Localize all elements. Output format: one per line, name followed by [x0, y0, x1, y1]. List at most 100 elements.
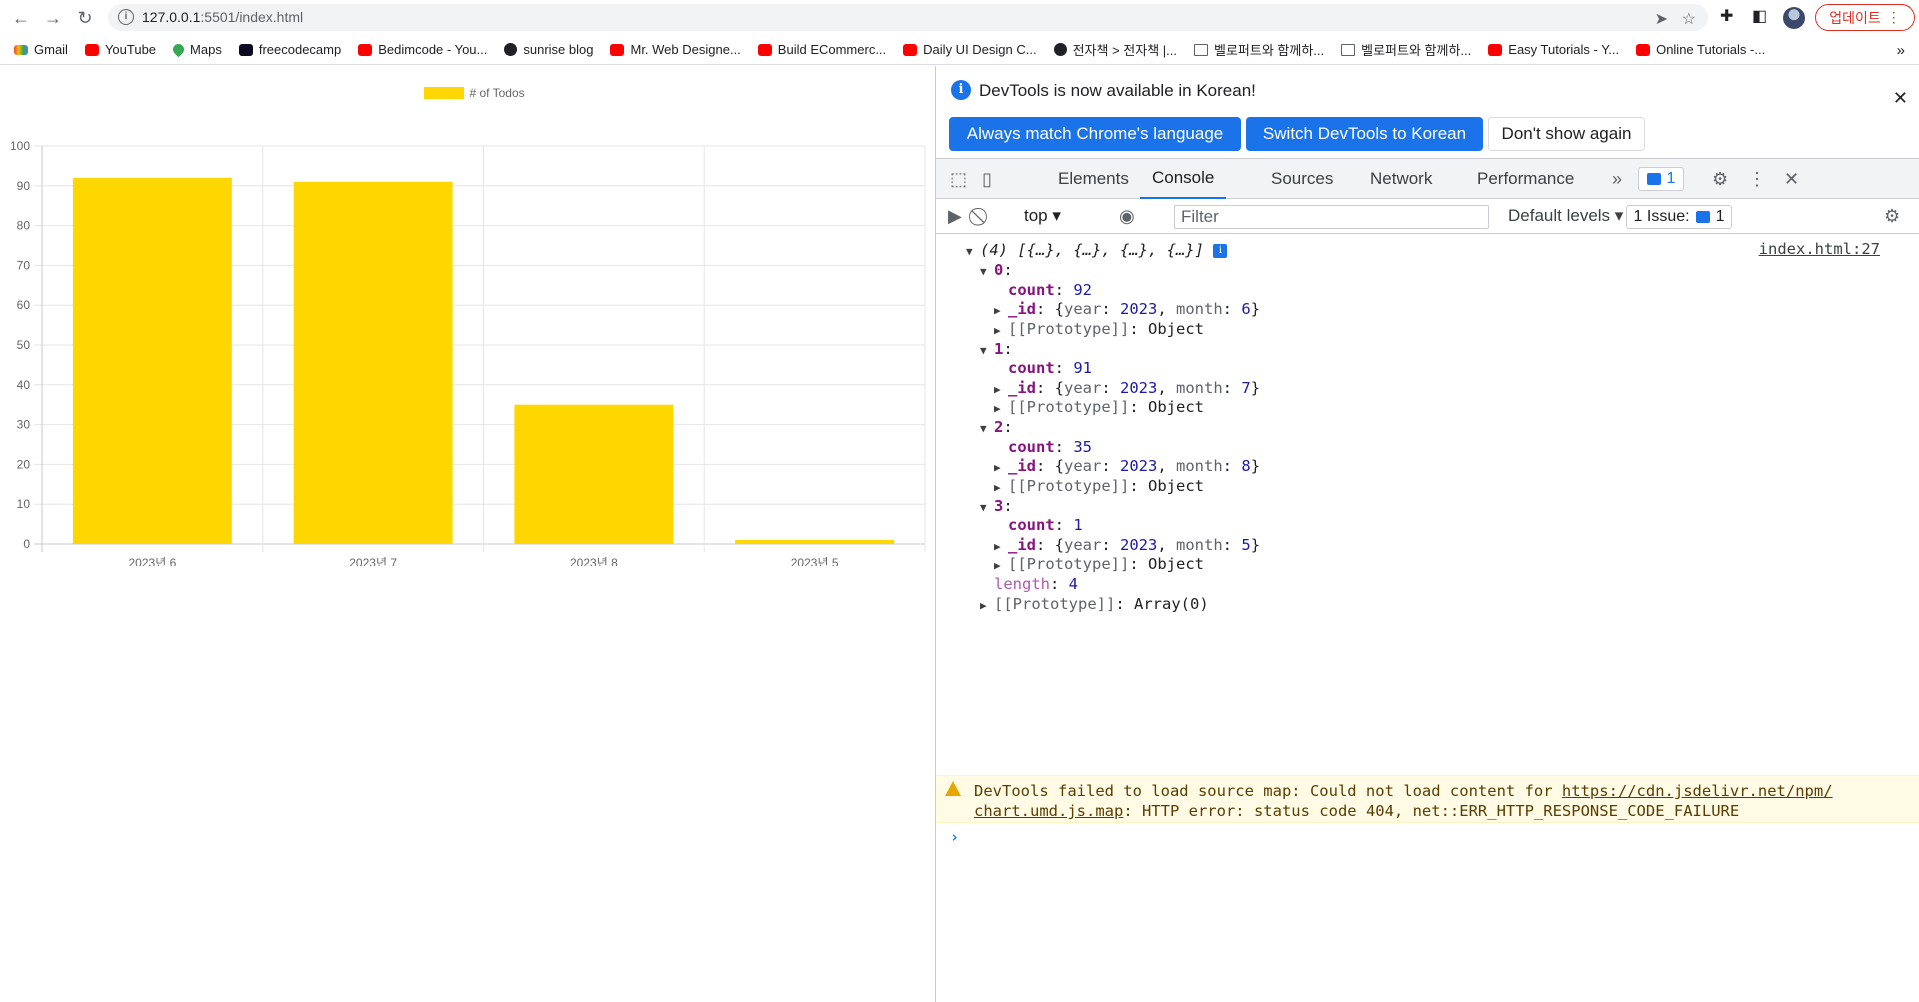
prototype-value: Object [1148, 555, 1204, 573]
settings-gear-icon[interactable]: ⚙ [1712, 169, 1728, 190]
y-tick-label: 70 [17, 258, 31, 272]
console-settings-gear-icon[interactable]: ⚙ [1884, 206, 1900, 227]
send-icon[interactable]: ➤ [1655, 9, 1668, 29]
bar[interactable] [735, 540, 895, 544]
expand-arrow-icon[interactable]: ▶ [980, 596, 994, 616]
prototype-row[interactable]: ▶ [[Prototype]]: Object [994, 397, 1204, 417]
log-item-header[interactable]: ▼ 2: [980, 417, 1013, 437]
sidebar-toggle-icon[interactable]: ▶ [948, 206, 962, 227]
tab-performance[interactable]: Performance [1477, 159, 1574, 199]
expand-arrow-icon[interactable]: ▶ [994, 321, 1008, 341]
profile-avatar[interactable] [1783, 7, 1805, 29]
close-notice-icon[interactable]: ✕ [1893, 88, 1908, 109]
log-item-header[interactable]: ▼ 3: [980, 496, 1013, 516]
side-panel-icon[interactable]: ◧ [1752, 6, 1767, 26]
array-prototype-row[interactable]: ▶ [[Prototype]]: Array(0) [980, 594, 1209, 614]
bookmark-label: 벨로퍼트와 함께하... [1361, 43, 1472, 58]
year-value: 2023 [1120, 378, 1158, 397]
bookmark-item[interactable]: 벨로퍼트와 함께하... [1341, 40, 1471, 59]
bookmark-item[interactable]: Build ECommerc... [757, 42, 886, 57]
id-row[interactable]: ▶ _id: {year: 2023, month: 6} [994, 299, 1260, 319]
id-row[interactable]: ▶ _id: {year: 2023, month: 7} [994, 378, 1260, 398]
expand-arrow-icon[interactable]: ▶ [994, 556, 1008, 576]
update-button[interactable]: 업데이트 ⋮ [1815, 4, 1915, 31]
bookmark-item[interactable]: 전자책 > 전자책 |... [1053, 40, 1177, 59]
extensions-icon[interactable]: ✚ [1720, 6, 1733, 26]
prototype-row[interactable]: ▶ [[Prototype]]: Object [994, 319, 1204, 339]
dont-show-again-button[interactable]: Don't show again [1488, 117, 1645, 151]
bookmark-item[interactable]: freecodecamp [238, 42, 341, 57]
month-value: 7 [1241, 378, 1251, 397]
month-value: 8 [1241, 457, 1251, 475]
inspect-element-icon[interactable]: ⬚ [950, 169, 967, 190]
reload-icon[interactable]: ↻ [73, 6, 97, 30]
filter-input[interactable]: Filter [1174, 205, 1489, 229]
issues-button[interactable]: 1 Issue: 1 [1626, 205, 1732, 229]
tab-elements[interactable]: Elements [1058, 159, 1129, 199]
bookmark-item[interactable]: Bedimcode - You... [358, 42, 487, 57]
globe-icon [1053, 43, 1067, 56]
close-devtools-icon[interactable]: ✕ [1784, 169, 1799, 190]
warning-link-2[interactable]: chart.umd.js.map [974, 802, 1123, 820]
issues-badge-count: 1 [1666, 170, 1676, 187]
back-icon[interactable]: ← [9, 6, 33, 30]
bookmark-item[interactable]: 벨로퍼트와 함께하... [1194, 40, 1324, 59]
log-item-header[interactable]: ▼ 1: [980, 339, 1013, 359]
expand-arrow-icon[interactable]: ▼ [980, 262, 994, 282]
devtools-panel: i DevTools is now available in Korean! ✕… [935, 66, 1919, 1002]
device-toolbar-icon[interactable]: ▯ [982, 169, 992, 190]
tab-sources[interactable]: Sources [1271, 159, 1333, 199]
bookmark-item[interactable]: Maps [170, 41, 222, 58]
length-row: length: 4 [994, 575, 1079, 593]
bar[interactable] [514, 404, 674, 544]
address-bar[interactable]: i 127.0.0.1:5501/index.html ➤ ☆ [108, 4, 1708, 31]
bar[interactable] [72, 177, 232, 544]
month-value: 5 [1241, 535, 1251, 554]
bookmark-item[interactable]: Gmail [14, 42, 68, 57]
bookmark-item[interactable]: sunrise blog [504, 42, 593, 57]
bookmark-item[interactable]: YouTube [84, 42, 156, 57]
bookmark-star-icon[interactable]: ☆ [1682, 9, 1696, 29]
bookmark-item[interactable]: Easy Tutorials - Y... [1488, 42, 1619, 57]
prototype-row[interactable]: ▶ [[Prototype]]: Object [994, 476, 1204, 496]
maps-icon [170, 41, 187, 58]
console-prompt-icon[interactable]: › [950, 828, 959, 846]
always-match-button[interactable]: Always match Chrome's language [949, 117, 1241, 151]
log-source-link[interactable]: index.html:27 [1759, 240, 1880, 258]
log-item-header[interactable]: ▼ 0: [980, 260, 1013, 280]
tab-console[interactable]: Console [1140, 159, 1227, 199]
bookmark-item[interactable]: Mr. Web Designe... [610, 42, 741, 57]
more-options-icon[interactable]: ⋮ [1748, 169, 1766, 190]
expand-arrow-icon[interactable]: ▶ [994, 478, 1008, 498]
live-expression-eye-icon[interactable]: ◉ [1119, 206, 1135, 227]
issues-badge[interactable]: 1 [1638, 167, 1684, 191]
expand-arrow-icon[interactable]: ▼ [966, 242, 980, 262]
bar[interactable] [293, 181, 453, 544]
expand-arrow-icon[interactable]: ▶ [994, 399, 1008, 419]
count-value: 92 [1073, 280, 1093, 299]
warning-message: DevTools failed to load source map: Coul… [936, 775, 1919, 823]
youtube-icon [1636, 43, 1651, 56]
expand-arrow-icon[interactable]: ▼ [980, 498, 994, 518]
context-selector[interactable]: top ▾ [1024, 206, 1061, 226]
id-row[interactable]: ▶ _id: {year: 2023, month: 8} [994, 456, 1260, 476]
length-value: 4 [1068, 575, 1079, 593]
globe-icon [504, 43, 518, 56]
log-levels-dropdown[interactable]: Default levels ▾ [1508, 206, 1623, 226]
more-tabs-icon[interactable]: » [1612, 169, 1622, 190]
gmail-icon [14, 44, 28, 55]
id-row[interactable]: ▶ _id: {year: 2023, month: 5} [994, 535, 1260, 555]
bookmark-item[interactable]: Daily UI Design C... [903, 42, 1037, 57]
forward-icon[interactable]: → [41, 6, 65, 30]
expand-arrow-icon[interactable]: ▼ [980, 419, 994, 439]
bookmark-item[interactable]: Online Tutorials -... [1636, 42, 1765, 57]
prototype-row[interactable]: ▶ [[Prototype]]: Object [994, 554, 1204, 574]
log-summary-row[interactable]: ▼ (4) [{…}, {…}, {…}, {…}] i [966, 240, 1228, 262]
tab-network[interactable]: Network [1370, 159, 1432, 199]
switch-korean-button[interactable]: Switch DevTools to Korean [1246, 117, 1483, 151]
site-info-icon[interactable]: i [118, 9, 134, 25]
bookmark-label: Daily UI Design C... [923, 42, 1037, 57]
warning-link-1[interactable]: https://cdn.jsdelivr.net/npm/ [1562, 782, 1833, 800]
bookmarks-more-icon[interactable]: » [1897, 42, 1905, 59]
expand-arrow-icon[interactable]: ▼ [980, 341, 994, 361]
